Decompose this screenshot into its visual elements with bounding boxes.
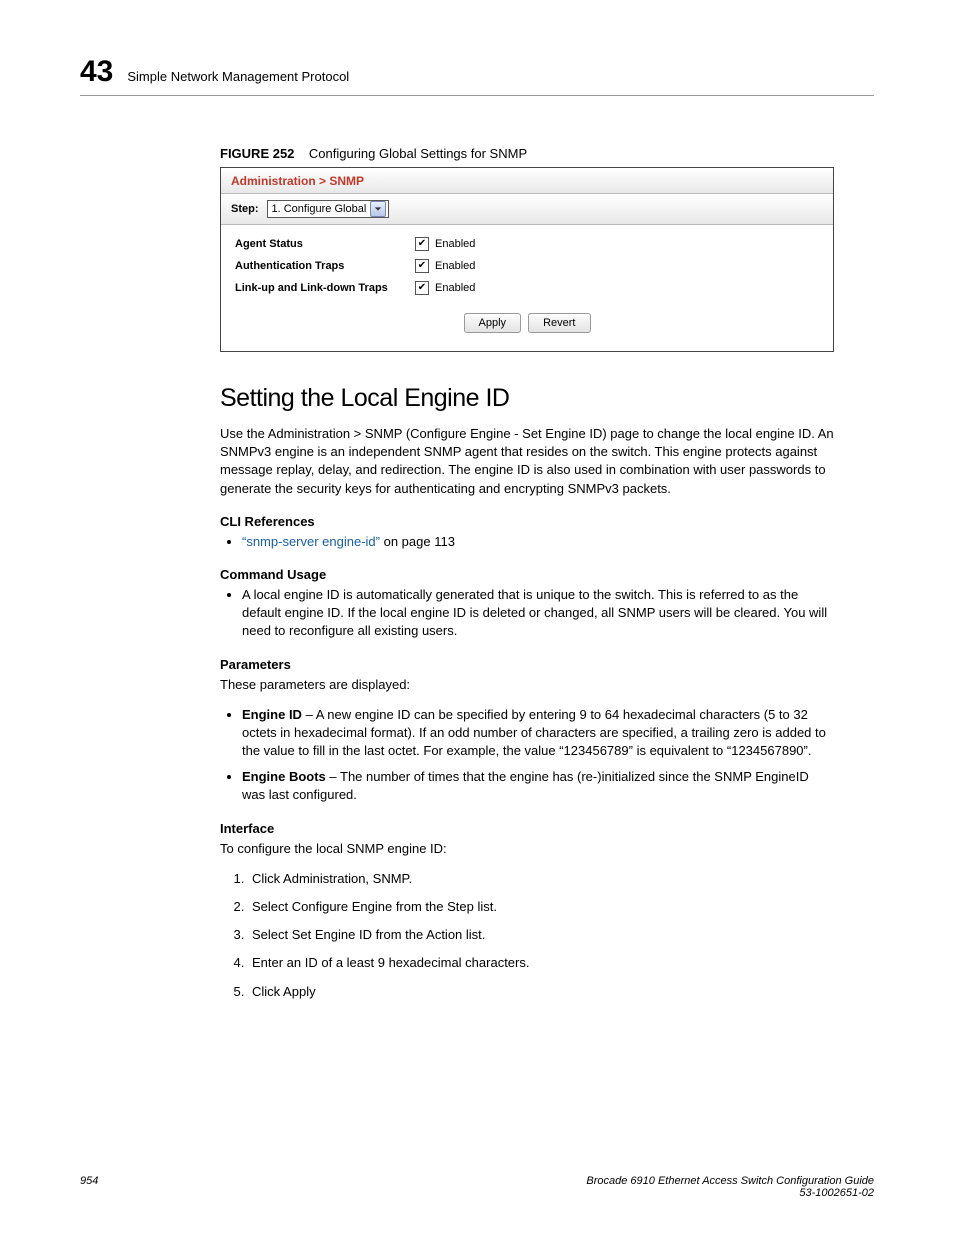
doc-number: 53-1002651-02	[799, 1187, 874, 1199]
step-item: Click Apply	[248, 983, 834, 1001]
auth-traps-checkbox[interactable]: ✔	[415, 259, 429, 273]
auth-traps-row: Authentication Traps ✔ Enabled	[235, 259, 819, 273]
chapter-number: 43	[80, 55, 113, 89]
step-item: Click Administration, SNMP.	[248, 870, 834, 888]
parameters-heading: Parameters	[220, 657, 834, 672]
link-traps-checkbox[interactable]: ✔	[415, 281, 429, 295]
auth-traps-value: Enabled	[435, 260, 475, 272]
link-traps-row: Link-up and Link-down Traps ✔ Enabled	[235, 281, 819, 295]
interface-intro: To configure the local SNMP engine ID:	[220, 840, 834, 858]
step-select-value: 1. Configure Global	[272, 203, 367, 215]
section-intro: Use the Administration > SNMP (Configure…	[220, 425, 834, 498]
command-usage-heading: Command Usage	[220, 567, 834, 582]
cli-references-heading: CLI References	[220, 514, 834, 529]
chapter-title: Simple Network Management Protocol	[127, 69, 349, 84]
revert-button[interactable]: Revert	[528, 313, 590, 333]
dropdown-icon[interactable]	[370, 201, 386, 217]
command-usage-item: A local engine ID is automatically gener…	[242, 586, 834, 641]
snmp-config-panel: Administration > SNMP Step: 1. Configure…	[220, 167, 834, 352]
step-item: Select Set Engine ID from the Action lis…	[248, 926, 834, 944]
cli-link-suffix: on page 113	[380, 534, 455, 549]
page-number: 954	[80, 1175, 98, 1199]
param-desc: – A new engine ID can be specified by en…	[242, 707, 826, 758]
agent-status-checkbox[interactable]: ✔	[415, 237, 429, 251]
book-title: Brocade 6910 Ethernet Access Switch Conf…	[586, 1175, 874, 1187]
agent-status-row: Agent Status ✔ Enabled	[235, 237, 819, 251]
cli-link[interactable]: “snmp-server engine-id”	[242, 534, 380, 549]
parameters-intro: These parameters are displayed:	[220, 676, 834, 694]
apply-button[interactable]: Apply	[464, 313, 522, 333]
agent-status-value: Enabled	[435, 238, 475, 250]
step-item: Enter an ID of a least 9 hexadecimal cha…	[248, 954, 834, 972]
figure-title: Configuring Global Settings for SNMP	[309, 146, 527, 161]
interface-heading: Interface	[220, 821, 834, 836]
auth-traps-label: Authentication Traps	[235, 260, 415, 272]
param-term: Engine ID	[242, 707, 302, 722]
figure-caption: FIGURE 252 Configuring Global Settings f…	[220, 146, 834, 161]
param-desc: – The number of times that the engine ha…	[242, 769, 809, 802]
step-select[interactable]: 1. Configure Global	[267, 200, 390, 218]
link-traps-label: Link-up and Link-down Traps	[235, 282, 415, 294]
step-item: Select Configure Engine from the Step li…	[248, 898, 834, 916]
param-term: Engine Boots	[242, 769, 326, 784]
figure-label: FIGURE 252	[220, 146, 294, 161]
step-label: Step:	[231, 203, 259, 215]
page-footer: 954 Brocade 6910 Ethernet Access Switch …	[80, 1175, 874, 1199]
step-row: Step: 1. Configure Global	[221, 194, 833, 225]
page-header: 43 Simple Network Management Protocol	[80, 55, 874, 96]
section-title: Setting the Local Engine ID	[220, 384, 834, 413]
breadcrumb: Administration > SNMP	[221, 168, 833, 194]
cli-reference-item: “snmp-server engine-id” on page 113	[242, 533, 834, 551]
agent-status-label: Agent Status	[235, 238, 415, 250]
param-engine-boots: Engine Boots – The number of times that …	[242, 768, 834, 804]
link-traps-value: Enabled	[435, 282, 475, 294]
param-engine-id: Engine ID – A new engine ID can be speci…	[242, 706, 834, 761]
